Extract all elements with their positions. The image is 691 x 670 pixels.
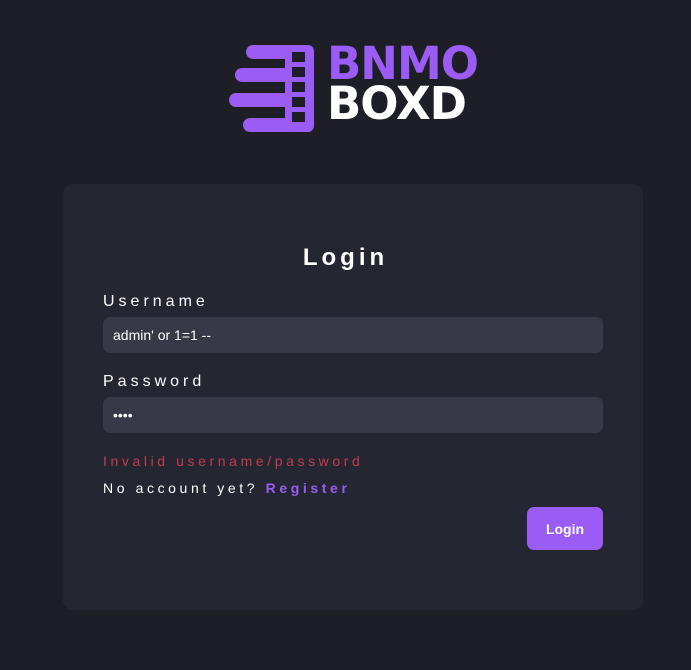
username-input[interactable]: [103, 317, 603, 353]
brand-name: BNMO BOXD: [327, 41, 479, 130]
password-label: Password: [103, 373, 206, 390]
login-button[interactable]: Login: [527, 507, 603, 550]
password-input[interactable]: [103, 397, 603, 433]
brand-logo: BNMO BOXD: [229, 41, 489, 134]
login-title: Login: [302, 244, 389, 271]
error-message: Invalid username/password: [103, 453, 364, 469]
no-account-prompt: No account yet? Register: [103, 480, 351, 496]
brand-name-line2: BOXD: [327, 77, 467, 130]
no-account-text: No account yet?: [103, 480, 259, 496]
film-reel-speed-icon: [229, 45, 314, 132]
register-link[interactable]: Register: [266, 480, 351, 496]
username-label: Username: [103, 293, 209, 310]
